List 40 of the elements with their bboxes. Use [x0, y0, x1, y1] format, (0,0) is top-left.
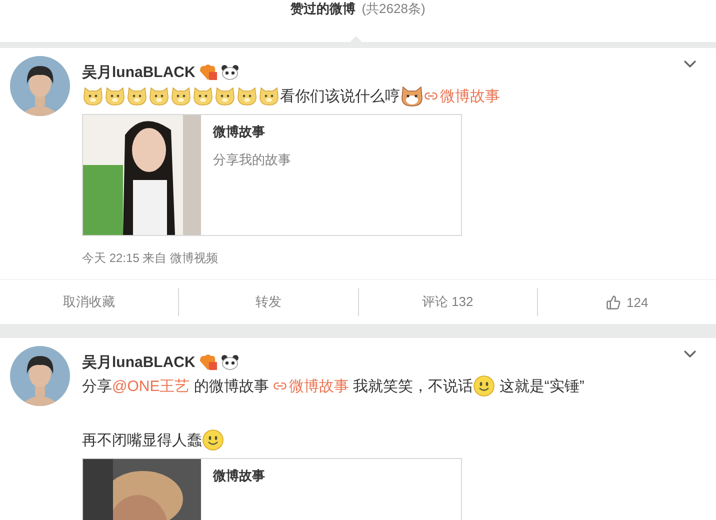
story-link[interactable]: 微博故事 [273, 376, 350, 396]
action-button[interactable]: 评论 132 [358, 288, 537, 316]
post-text: 看你们该说什么哼 [280, 86, 400, 106]
post-meta: 今天 22:15 来自 微博视频 [82, 250, 218, 267]
post-text: 分享 [82, 376, 112, 396]
card-title: 微博故事 [213, 467, 265, 485]
post-text: 的微博故事 [192, 376, 270, 396]
story-link[interactable]: 微博故事 [424, 86, 500, 106]
card-title: 微博故事 [213, 123, 266, 141]
thumbs-up-icon [606, 294, 621, 310]
panda-icon [221, 354, 240, 370]
story-card[interactable]: 微博故事 分享我的故事 [82, 114, 462, 236]
story-card[interactable]: 微博故事 [82, 458, 462, 520]
panda-icon [221, 64, 240, 80]
post-text: 这就是“实锤” [498, 376, 584, 396]
action-button[interactable]: 取消收藏 [0, 288, 178, 316]
mention-link[interactable]: @ONE王艺 [112, 376, 190, 396]
like-button[interactable]: 124 [536, 288, 716, 316]
post-text: 再不闭嘴显得人蠢 [82, 430, 202, 450]
cat-emoji-icon [400, 85, 424, 107]
post-count: (共2628条) [362, 0, 426, 18]
member-badge-icon [198, 353, 218, 371]
member-badge-icon [198, 63, 218, 81]
dog-emoji-icon [126, 85, 148, 107]
dog-emoji-icon [192, 85, 214, 107]
post-text: 我就笑笑，不说话 [352, 376, 474, 396]
dog-emoji-icon [104, 85, 126, 107]
dog-emoji-icon [214, 85, 236, 107]
dog-emoji-icon [148, 85, 170, 107]
action-button[interactable]: 转发 [178, 288, 358, 316]
page-title: 赞过的微博 [290, 0, 356, 18]
card-subtitle: 分享我的故事 [213, 151, 291, 169]
smiley-emoji-icon [202, 429, 224, 451]
dog-emoji-icon [236, 85, 258, 107]
smiley-emoji-icon [473, 375, 496, 397]
dog-emoji-icon [258, 85, 280, 107]
user-name[interactable]: 吴月lunaBLACK [82, 352, 196, 372]
dog-emoji-icon [170, 85, 192, 107]
dog-emoji-icon [82, 85, 104, 107]
user-name[interactable]: 吴月lunaBLACK [82, 62, 196, 82]
